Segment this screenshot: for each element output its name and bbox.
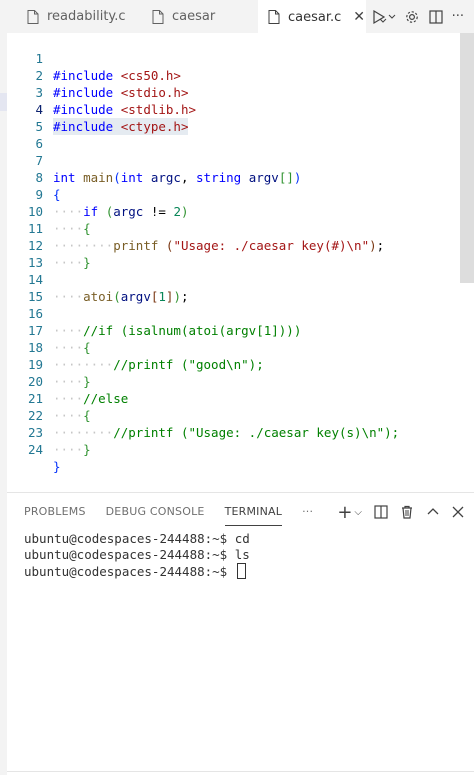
tab-caesar[interactable]: caesar xyxy=(152,0,257,33)
chevron-down-icon[interactable]: ⌵ xyxy=(354,507,362,518)
file-icon xyxy=(152,9,164,24)
split-terminal-icon[interactable] xyxy=(374,505,388,519)
code-line: 2 #include <stdio.h> xyxy=(7,50,459,100)
split-editor-icon[interactable] xyxy=(428,9,444,25)
more-icon[interactable]: ··· xyxy=(452,9,464,24)
code-line: 22 ········//printf ("Usage: ./caesar ke… xyxy=(7,390,459,440)
code-line: 17 ····{ xyxy=(7,305,91,355)
token: #include xyxy=(53,119,114,134)
trash-icon[interactable] xyxy=(400,505,414,519)
code-line: 14 ····atoi(argv[1]); xyxy=(7,254,459,304)
token: //printf ("Usage: ./caesar key(s)\n"); xyxy=(113,425,400,440)
code-line: 16 ····//if (isalnum(atoi(argv[1]))) xyxy=(7,288,459,338)
tab-debug-console[interactable]: DEBUG CONSOLE xyxy=(106,499,205,525)
tab-terminal[interactable]: TERMINAL xyxy=(224,499,283,526)
panel-actions: + ⌵ xyxy=(337,499,464,525)
code-line: 24 } xyxy=(7,424,61,474)
token: printf xyxy=(113,238,159,253)
code-line: 5 xyxy=(7,101,43,134)
terminal-output[interactable]: ubuntu@codespaces-244488:~$ cd ubuntu@co… xyxy=(24,531,250,579)
tab-readability-c[interactable]: readability.c xyxy=(27,0,145,33)
add-terminal-icon[interactable]: + xyxy=(337,502,352,523)
code-line: 23 ····} xyxy=(7,407,91,457)
tab-label: caesar.c xyxy=(288,9,342,25)
gear-icon[interactable] xyxy=(404,9,420,25)
code-line: 3 #include <stdlib.h> xyxy=(7,67,459,117)
terminal-line: ubuntu@codespaces-244488:~$ cd xyxy=(24,531,250,546)
code-line: 15 xyxy=(7,271,43,304)
code-line: 9 ····if (argc != 2) xyxy=(7,169,459,219)
code-line: 1 #include <cs50.h> xyxy=(7,33,459,83)
editor-scrollbar[interactable] xyxy=(460,33,474,283)
panel-tabs: PROBLEMS DEBUG CONSOLE TERMINAL ··· xyxy=(24,499,313,526)
code-line: 10 ····{ xyxy=(7,186,91,236)
terminal-cursor xyxy=(236,563,246,579)
tab-problems[interactable]: PROBLEMS xyxy=(24,499,86,525)
editor-actions: ··· xyxy=(372,0,464,33)
code-line: 7 int main(int argc, string argv[]) xyxy=(7,135,459,185)
close-icon[interactable]: ✕ xyxy=(353,9,365,25)
token: #include xyxy=(53,102,114,117)
editor-tab-bar: readability.c caesar caesar.c ✕ ··· xyxy=(7,0,474,34)
activity-strip-marker xyxy=(0,93,7,111)
close-icon[interactable] xyxy=(452,506,464,518)
code-line: 20 ····//else xyxy=(7,356,128,406)
code-line: 12 ····} xyxy=(7,220,91,270)
code-line-active: 4 #include <ctype.h> xyxy=(7,84,459,135)
code-line: 19 ····} xyxy=(7,339,91,389)
code-editor[interactable]: 1 #include <cs50.h> 2 #include <stdio.h>… xyxy=(7,33,474,488)
code-line: 8 { xyxy=(7,152,60,202)
tab-caesar-c[interactable]: caesar.c ✕ xyxy=(258,0,366,34)
code-line: 18 ········//printf ("good\n"); xyxy=(7,322,459,372)
chevron-up-icon[interactable] xyxy=(426,505,440,519)
terminal-line: ubuntu@codespaces-244488:~$ ls xyxy=(24,547,250,562)
terminal-prompt: ubuntu@codespaces-244488:~$ xyxy=(24,564,235,579)
activity-strip xyxy=(0,0,7,775)
code-line: 11 ········printf ("Usage: ./caesar key(… xyxy=(7,203,459,253)
tab-label: caesar xyxy=(172,9,216,24)
tab-label: readability.c xyxy=(47,9,126,24)
file-icon xyxy=(27,9,39,24)
token: "Usage: ./caesar key(#)\n" xyxy=(173,238,370,253)
code-line: 13 xyxy=(7,237,43,270)
token: <ctype.h> xyxy=(120,119,189,134)
code-line: 21 ····{ xyxy=(7,373,91,423)
bottom-panel: PROBLEMS DEBUG CONSOLE TERMINAL ··· + ⌵ … xyxy=(7,492,474,776)
divider xyxy=(7,771,474,772)
token: <stdlib.h> xyxy=(120,102,197,117)
line-number: 24 xyxy=(27,442,43,457)
code-line: 6 xyxy=(7,118,43,151)
file-icon xyxy=(268,10,280,24)
token: //printf ("good\n"); xyxy=(113,357,264,372)
more-icon[interactable]: ··· xyxy=(302,499,313,525)
terminal-prompt-line: ubuntu@codespaces-244488:~$ xyxy=(24,563,250,579)
run-icon[interactable] xyxy=(372,9,396,25)
